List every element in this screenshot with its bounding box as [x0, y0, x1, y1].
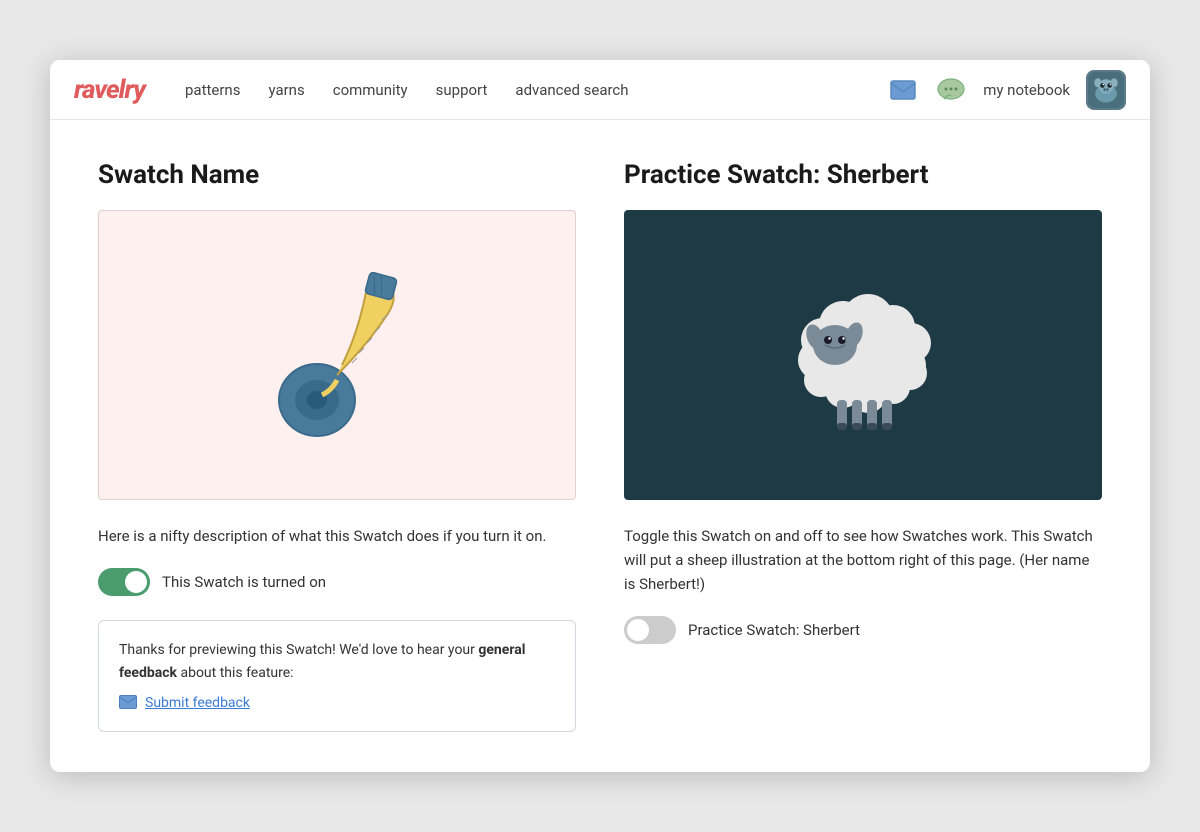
- user-avatar[interactable]: [1086, 70, 1126, 110]
- chat-icon[interactable]: [935, 74, 967, 106]
- practice-swatch-title: Practice Swatch: Sherbert: [624, 160, 1102, 190]
- nav-right: my notebook: [887, 70, 1126, 110]
- feedback-text-before: Thanks for previewing this Swatch! We'd …: [119, 642, 478, 658]
- nav-link-support[interactable]: support: [436, 81, 488, 99]
- feedback-text: Thanks for previewing this Swatch! We'd …: [119, 639, 555, 684]
- logo[interactable]: ravelry: [74, 75, 145, 105]
- swatch-image-right: [624, 210, 1102, 500]
- feedback-link-text: Submit feedback: [145, 695, 250, 711]
- browser-window: ravelry patterns yarns community support…: [50, 60, 1150, 772]
- right-toggle[interactable]: ✓: [624, 616, 676, 644]
- left-toggle-label: This Swatch is turned on: [162, 573, 326, 591]
- submit-feedback-link[interactable]: Submit feedback: [119, 694, 555, 713]
- swatch-image-left: [98, 210, 576, 500]
- left-toggle-row: ✓ This Swatch is turned on: [98, 568, 576, 596]
- nav-link-community[interactable]: community: [333, 81, 408, 99]
- left-toggle[interactable]: ✓: [98, 568, 150, 596]
- my-notebook-link[interactable]: my notebook: [983, 81, 1070, 99]
- left-column: Swatch Name: [98, 160, 576, 732]
- nav-link-patterns[interactable]: patterns: [185, 81, 240, 99]
- mail-icon[interactable]: [887, 74, 919, 106]
- right-toggle-knob: [627, 619, 649, 641]
- right-toggle-label: Practice Swatch: Sherbert: [688, 621, 860, 639]
- right-description: Toggle this Swatch on and off to see how…: [624, 524, 1102, 596]
- feedback-envelope-icon: [119, 694, 137, 713]
- left-description: Here is a nifty description of what this…: [98, 524, 576, 548]
- right-column: Practice Swatch: Sherbert: [624, 160, 1102, 732]
- right-toggle-row: ✓ Practice Swatch: Sherbert: [624, 616, 1102, 644]
- left-toggle-check: ✓: [133, 575, 142, 588]
- navbar: ravelry patterns yarns community support…: [50, 60, 1150, 120]
- main-content: Swatch Name: [50, 120, 1150, 772]
- nav-link-advanced-search[interactable]: advanced search: [515, 81, 628, 99]
- swatch-name-title: Swatch Name: [98, 160, 576, 190]
- feedback-text-after: about this feature:: [177, 665, 294, 681]
- feedback-box: Thanks for previewing this Swatch! We'd …: [98, 620, 576, 732]
- nav-links: patterns yarns community support advance…: [185, 81, 855, 99]
- nav-link-yarns[interactable]: yarns: [268, 81, 304, 99]
